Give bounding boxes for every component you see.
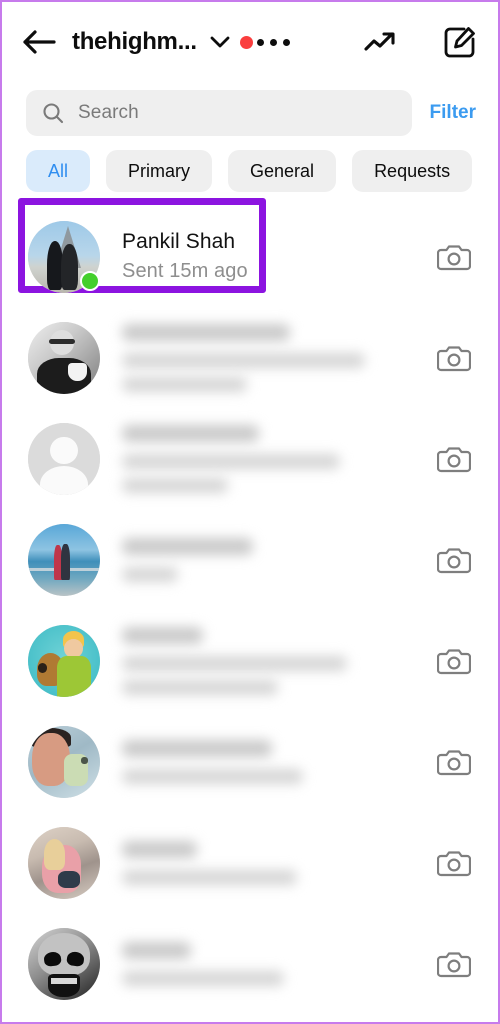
mirror-selfie-photo <box>28 725 100 798</box>
contact-name <box>122 626 204 644</box>
table-row[interactable]: Pankil Shah Sent 15m ago <box>2 198 498 307</box>
message-preview <box>122 566 179 582</box>
conversation-text <box>122 626 434 695</box>
arrow-left-icon <box>23 30 56 54</box>
message-preview <box>122 768 303 784</box>
message-preview-line2 <box>122 477 229 493</box>
contact-name <box>122 840 197 858</box>
new-message-button[interactable] <box>443 26 476 59</box>
account-switcher-button[interactable] <box>210 36 230 49</box>
message-preview-line2 <box>122 679 278 695</box>
ellipsis-dot <box>269 38 277 46</box>
camera-button[interactable] <box>434 545 474 575</box>
conversation-text <box>122 323 434 392</box>
more-options-button[interactable] <box>256 38 290 46</box>
chevron-down-icon <box>210 36 230 47</box>
camera-button[interactable] <box>434 444 474 474</box>
online-status-indicator <box>80 270 100 291</box>
conversation-text <box>122 941 434 986</box>
camera-icon <box>437 446 471 472</box>
compose-icon <box>444 26 475 57</box>
beach-portrait-photo <box>28 826 100 899</box>
message-preview <box>122 655 347 671</box>
message-preview <box>122 869 297 885</box>
search-icon <box>43 103 64 124</box>
tab-all[interactable]: All <box>26 150 91 192</box>
camera-icon <box>437 951 471 977</box>
ellipsis-dot <box>282 38 290 46</box>
avatar[interactable] <box>28 624 100 697</box>
search-input[interactable]: Search <box>26 90 412 136</box>
avatar[interactable] <box>28 523 100 596</box>
contact-name <box>122 323 291 341</box>
table-row[interactable] <box>2 509 498 610</box>
conversation-text: Pankil Shah Sent 15m ago <box>122 229 434 283</box>
avatar[interactable] <box>28 422 100 495</box>
message-preview <box>122 453 341 469</box>
camera-button[interactable] <box>434 848 474 878</box>
message-preview <box>122 352 366 368</box>
conversation-text <box>122 840 434 885</box>
filter-button[interactable]: Filter <box>430 102 476 124</box>
contact-name <box>122 941 191 959</box>
avatar[interactable] <box>28 927 100 1000</box>
conversation-text <box>122 739 434 784</box>
insights-button[interactable] <box>363 29 399 55</box>
conversation-list: Pankil Shah Sent 15m ago <box>2 198 498 1014</box>
camera-icon <box>437 244 471 270</box>
search-row: Search Filter <box>2 82 498 144</box>
ellipsis-dot <box>256 38 264 46</box>
camera-button[interactable] <box>434 242 474 272</box>
table-row[interactable] <box>2 711 498 812</box>
skull-artwork <box>28 927 100 1000</box>
table-row[interactable] <box>2 812 498 913</box>
contact-name: Pankil Shah <box>122 230 236 254</box>
camera-button[interactable] <box>434 646 474 676</box>
tab-requests[interactable]: Requests <box>352 150 473 192</box>
avatar[interactable] <box>28 725 100 798</box>
message-preview-line2 <box>122 376 247 392</box>
camera-icon <box>437 850 471 876</box>
table-row[interactable] <box>2 913 498 1014</box>
avatar[interactable] <box>28 220 100 293</box>
conversation-text <box>122 424 434 493</box>
contact-name <box>122 739 272 757</box>
trending-up-icon <box>364 32 395 51</box>
avatar[interactable] <box>28 321 100 394</box>
default-profile-placeholder <box>28 422 100 495</box>
contact-name <box>122 537 254 555</box>
account-username[interactable]: thehighm... <box>72 28 197 56</box>
conversation-text <box>122 537 434 582</box>
app-header: thehighm... <box>2 2 498 82</box>
instagram-direct-inbox-screen: thehighm... Search Filter All Primary Ge… <box>0 0 500 1024</box>
table-row[interactable] <box>2 610 498 711</box>
unread-badge-dot <box>239 35 253 49</box>
camera-button[interactable] <box>434 747 474 777</box>
camera-icon <box>437 648 471 674</box>
message-preview <box>122 970 285 986</box>
inbox-filter-tabs: All Primary General Requests <box>2 144 498 192</box>
table-row[interactable] <box>2 307 498 408</box>
contact-name <box>122 424 260 442</box>
search-placeholder: Search <box>78 102 139 123</box>
camera-icon <box>437 345 471 371</box>
couple-on-pier-photo <box>28 523 100 596</box>
scooby-doo-cartoon <box>28 624 100 697</box>
table-row[interactable] <box>2 408 498 509</box>
camera-button[interactable] <box>434 343 474 373</box>
camera-button[interactable] <box>434 949 474 979</box>
camera-icon <box>437 547 471 573</box>
tab-general[interactable]: General <box>228 150 337 192</box>
black-and-white-man-with-cup-photo <box>28 321 100 394</box>
back-button[interactable] <box>22 29 68 55</box>
camera-icon <box>437 749 471 775</box>
tab-primary[interactable]: Primary <box>106 150 213 192</box>
avatar[interactable] <box>28 826 100 899</box>
message-preview: Sent 15m ago <box>122 259 248 282</box>
